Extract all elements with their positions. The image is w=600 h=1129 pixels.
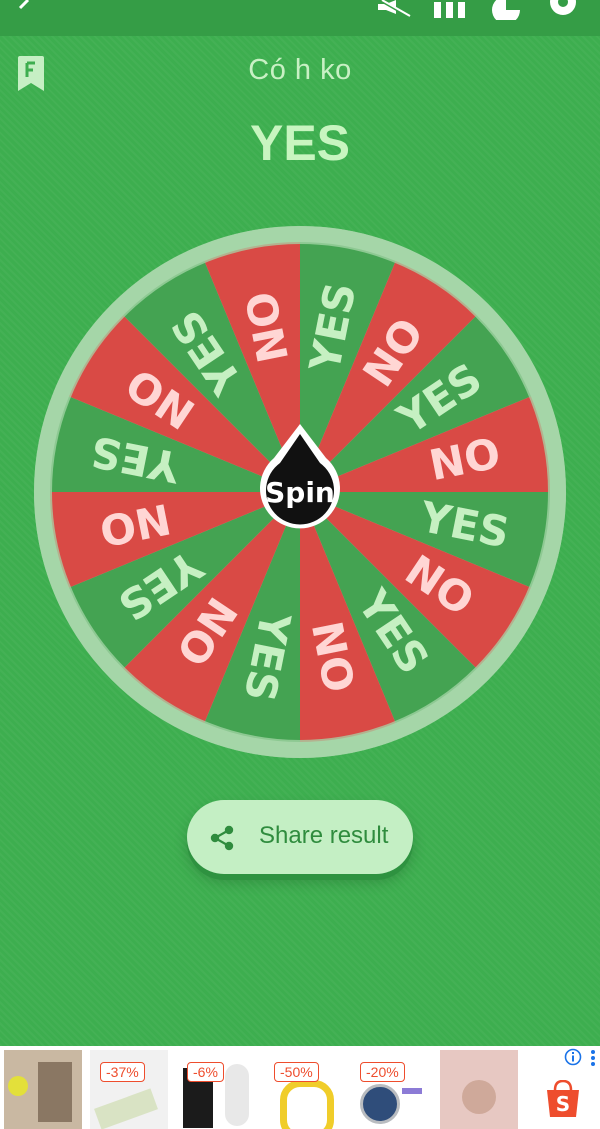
- mute-icon[interactable]: [374, 0, 414, 20]
- ad-product-image: [462, 1080, 496, 1114]
- ad-product-image: [8, 1076, 28, 1096]
- share-result-label[interactable]: Share result: [259, 822, 388, 850]
- spin-wheel[interactable]: YES NO YES NO YES NO YES NO YES NO YES NO YES NO YES NO…: [30, 222, 570, 762]
- pie-chart-icon[interactable]: [488, 0, 524, 20]
- info-icon[interactable]: [564, 1048, 582, 1066]
- ad-product-2[interactable]: -37%: [90, 1050, 168, 1129]
- back-arrow-icon[interactable]: [14, 0, 32, 20]
- share-result-button[interactable]: Share result: [187, 800, 413, 874]
- shop-logo-letter: S: [556, 1092, 570, 1116]
- wheel-screen: Có h ko YES YES NO YES NO YES NO YES NO YES NO YES…: [0, 36, 600, 1046]
- status-bar: [0, 0, 600, 36]
- ad-product-4[interactable]: -50%: [264, 1050, 342, 1129]
- ad-discount-badge: -6%: [187, 1062, 224, 1082]
- ad-banner[interactable]: -37% -6% -50% -20% S: [0, 1046, 600, 1129]
- ad-discount-badge: -37%: [100, 1062, 145, 1082]
- shopee-bag-icon[interactable]: S: [544, 1080, 582, 1118]
- ad-product-image: [402, 1088, 422, 1094]
- ad-product-6[interactable]: [440, 1050, 518, 1129]
- ad-product-image: [94, 1088, 158, 1129]
- ad-product-image: [225, 1064, 249, 1126]
- ad-product-image: [360, 1084, 400, 1124]
- more-vert-icon[interactable]: [590, 1049, 596, 1067]
- wheel-title: Có h ko: [248, 54, 352, 86]
- wheel-graphic[interactable]: YESNOYESNOYESNOYESNOYESNOYESNOYESNOYESNO…: [30, 222, 570, 762]
- columns-icon[interactable]: [432, 0, 468, 20]
- spin-result: YES: [249, 115, 351, 171]
- ad-product-5[interactable]: -20%: [350, 1050, 428, 1129]
- ad-product-1[interactable]: [4, 1050, 82, 1129]
- settings-icon[interactable]: [544, 0, 582, 20]
- ad-product-3[interactable]: -6%: [177, 1050, 255, 1129]
- ad-discount-badge: -20%: [360, 1062, 405, 1082]
- ad-discount-badge: -50%: [274, 1062, 319, 1082]
- spin-label[interactable]: Spin: [265, 476, 335, 509]
- ad-product-image: [38, 1062, 72, 1122]
- share-icon: [210, 825, 234, 851]
- ad-product-image: [280, 1080, 334, 1129]
